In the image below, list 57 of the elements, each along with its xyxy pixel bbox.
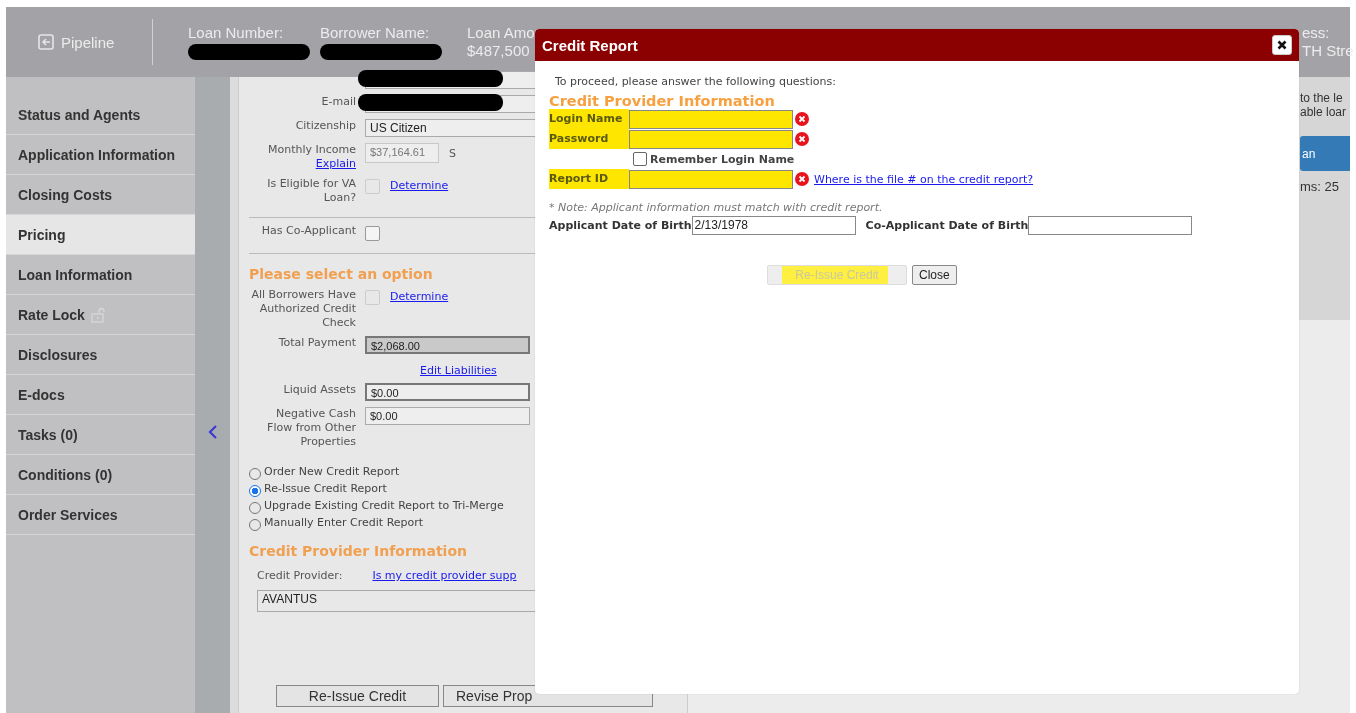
edit-liabilities-link[interactable]: Edit Liabilities [420,364,497,377]
close-icon [1277,40,1287,50]
field-label: Co-Applicant Date of Birth [865,219,1029,232]
radio-label: Re-Issue Credit Report [264,482,387,495]
count-text: ms: 25 [1300,179,1340,194]
primary-button[interactable]: an [1300,136,1350,171]
field-label: Citizenship [295,119,356,133]
header-label: Loan Amo [467,24,536,41]
radio-label: Order New Credit Report [264,465,400,478]
dialog-button[interactable]: Close [912,265,957,285]
header-label: ess: [1302,24,1331,41]
dialog-title: Credit Report [542,36,638,54]
exit-icon [38,34,54,50]
date-field[interactable] [1028,216,1193,235]
section-heading: Credit Provider Information [549,93,776,109]
checkbox-label: Remember Login Name [650,152,795,166]
input-field[interactable] [629,129,793,149]
input-field[interactable] [629,169,793,189]
field-label: Report ID [549,169,629,189]
field-label: S [449,146,456,160]
checkbox[interactable] [365,226,380,241]
field-label: Monthly Income [267,143,356,157]
checkbox[interactable] [633,152,647,166]
field-label: All Borrowers Have Authorized Credit Check [250,288,356,330]
note-text: * Note: Applicant information must match with credit report. [549,201,884,214]
date-field[interactable]: 2/13/1978 [691,216,856,235]
input-field[interactable]: $2,068.00 [365,336,530,354]
field-label: Is Eligible for VA Loan? [266,177,356,205]
radio-label: Upgrade Existing Credit Report to Tri-Merge [264,499,504,512]
provider-support-link[interactable]: Is my credit provider supp [372,569,517,582]
intro-text: To proceed, please answer the following questions: [554,75,837,88]
field-label: Negative Cash Flow from Other Properties [266,407,356,449]
form-button[interactable]: Re-Issue Credit [276,685,439,707]
input-field[interactable]: $0.00 [365,407,530,425]
field-label: Has Co-Applicant [261,224,356,238]
close-button[interactable] [1272,35,1292,55]
input-field[interactable] [629,109,793,129]
info-text: to the le [1300,91,1344,105]
input-field[interactable]: $0.00 [365,383,530,401]
section-heading: Credit Provider Information [249,543,468,559]
sidebar-item[interactable]: Pricing [6,215,195,255]
field-label: Credit Provider: [257,569,343,582]
info-text: able loar [1300,105,1348,119]
field-label: Password [549,129,629,149]
field-label: Login Name [549,109,629,129]
field-label: Liquid Assets [283,383,356,397]
field-label: Applicant Date of Birth [549,219,692,232]
radio-button[interactable] [249,484,261,497]
radio-label: Manually Enter Credit Report [264,516,424,529]
section-heading: Please select an option [249,266,434,282]
help-link[interactable]: Where is the file # on the credit report? [814,172,1034,186]
header-value: $487,500 [467,42,531,59]
chevron-left-icon [207,424,218,440]
field-label: E-mail [321,95,356,109]
header-label: Borrower Name: [320,24,431,41]
field-label: Total Payment [278,336,356,350]
header-label: Loan Number: [188,24,285,41]
